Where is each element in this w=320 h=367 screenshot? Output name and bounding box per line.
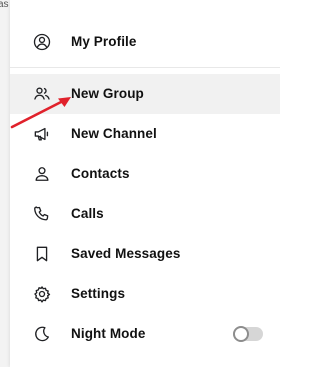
menu-item-settings[interactable]: Settings xyxy=(10,274,280,314)
menu-divider xyxy=(10,67,280,68)
menu-item-label: My Profile xyxy=(71,34,137,49)
menu-item-label: New Group xyxy=(71,86,144,101)
screenshot-stage: as My Profile New Group New Channel Cont… xyxy=(0,0,280,367)
night-mode-toggle[interactable] xyxy=(233,326,263,342)
menu-item-label: Settings xyxy=(71,286,126,301)
phone-icon xyxy=(32,204,52,224)
main-menu: My Profile New Group New Channel Contact… xyxy=(10,0,280,367)
menu-item-new-group[interactable]: New Group xyxy=(10,74,280,114)
menu-item-calls[interactable]: Calls xyxy=(10,194,280,234)
toggle-knob xyxy=(233,326,249,342)
person-icon xyxy=(32,164,52,184)
background-window-text: as xyxy=(0,0,9,10)
users-icon xyxy=(32,84,52,104)
bookmark-icon xyxy=(32,244,52,264)
moon-icon xyxy=(32,324,52,344)
menu-item-my-profile[interactable]: My Profile xyxy=(10,22,280,62)
menu-item-night-mode[interactable]: Night Mode xyxy=(10,314,280,354)
menu-item-label: Contacts xyxy=(71,166,130,181)
menu-item-label: Saved Messages xyxy=(71,246,181,261)
gear-icon xyxy=(32,284,52,304)
user-circle-icon xyxy=(32,32,52,52)
menu-item-label: Night Mode xyxy=(71,326,146,341)
menu-item-new-channel[interactable]: New Channel xyxy=(10,114,280,154)
menu-item-saved-messages[interactable]: Saved Messages xyxy=(10,234,280,274)
menu-item-label: New Channel xyxy=(71,126,157,141)
menu-item-label: Calls xyxy=(71,206,104,221)
megaphone-icon xyxy=(32,124,52,144)
menu-item-contacts[interactable]: Contacts xyxy=(10,154,280,194)
